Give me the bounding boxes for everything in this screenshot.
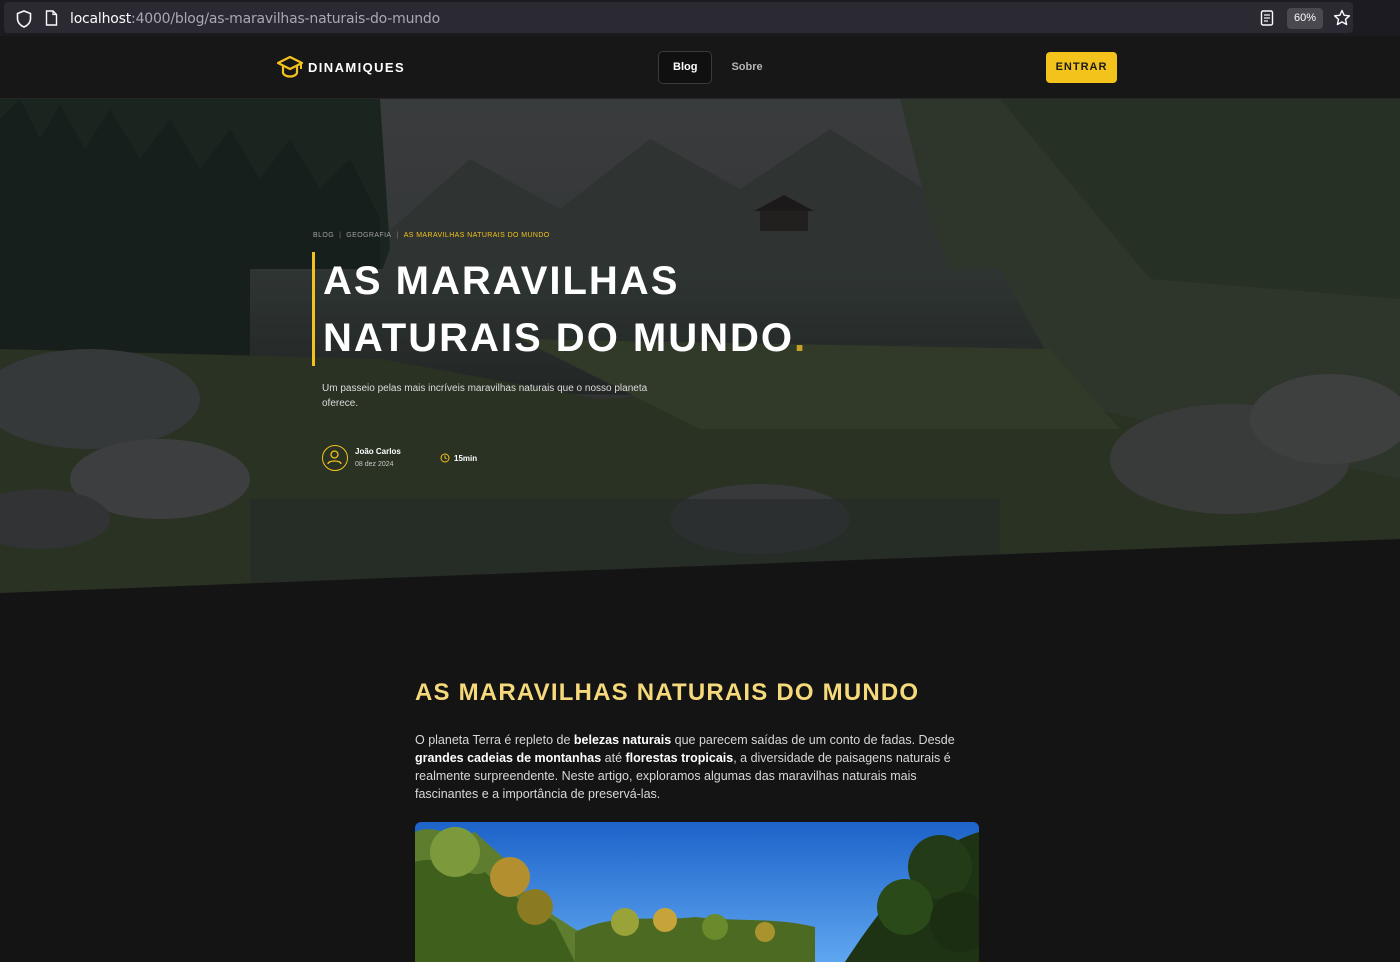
page-subtitle: Um passeio pelas mais incríveis maravilh… — [322, 383, 648, 409]
reader-view-icon[interactable] — [1260, 10, 1274, 26]
main-nav: Blog Sobre — [658, 51, 782, 84]
breadcrumb-item-blog[interactable]: BLOG — [313, 232, 334, 239]
address-bar[interactable]: localhost:4000/blog/as-maravilhas-natura… — [4, 2, 1353, 33]
site-header: DINAMIQUES Blog Sobre ENTRAR — [0, 36, 1400, 99]
read-time-label: 15min — [454, 453, 478, 463]
article-image — [415, 822, 979, 962]
publish-date: 08 dez 2024 — [355, 461, 394, 468]
avatar — [322, 445, 348, 471]
url-text[interactable]: localhost:4000/blog/as-maravilhas-natura… — [70, 11, 440, 27]
shield-icon[interactable] — [16, 10, 32, 28]
hero-section: BLOG | GEOGRAFIA | AS MARAVILHAS NATURAI… — [0, 99, 1400, 593]
site-logo[interactable]: DINAMIQUES — [276, 54, 405, 80]
page-title: AS MARAVILHAS NATURAIS DO MUNDO. — [323, 259, 808, 360]
breadcrumb: BLOG | GEOGRAFIA | AS MARAVILHAS NATURAI… — [313, 232, 550, 239]
breadcrumb-separator: | — [396, 232, 399, 239]
nav-item-blog[interactable]: Blog — [658, 51, 713, 84]
user-icon — [327, 450, 342, 465]
article-title: AS MARAVILHAS NATURAIS DO MUNDO — [415, 679, 920, 706]
logo-text: DINAMIQUES — [308, 59, 406, 75]
breadcrumb-item-current: AS MARAVILHAS NATURAIS DO MUNDO — [403, 232, 550, 239]
zoom-level-badge[interactable]: 60% — [1287, 8, 1323, 29]
author-name: João Carlos — [355, 447, 401, 456]
browser-toolbar: localhost:4000/blog/as-maravilhas-natura… — [0, 0, 1400, 36]
title-accent-bar — [312, 252, 315, 366]
bookmark-star-icon[interactable] — [1333, 9, 1351, 27]
login-button[interactable]: ENTRAR — [1046, 52, 1117, 83]
breadcrumb-separator: | — [339, 232, 342, 239]
graduation-cap-logo-icon — [276, 55, 304, 78]
nav-item-sobre[interactable]: Sobre — [716, 51, 777, 84]
read-time: 15min — [440, 453, 477, 463]
breadcrumb-item-category[interactable]: GEOGRAFIA — [346, 232, 391, 239]
clock-icon — [440, 453, 450, 463]
article-paragraph: O planeta Terra é repleto de belezas nat… — [415, 733, 955, 801]
page-icon — [45, 10, 58, 26]
